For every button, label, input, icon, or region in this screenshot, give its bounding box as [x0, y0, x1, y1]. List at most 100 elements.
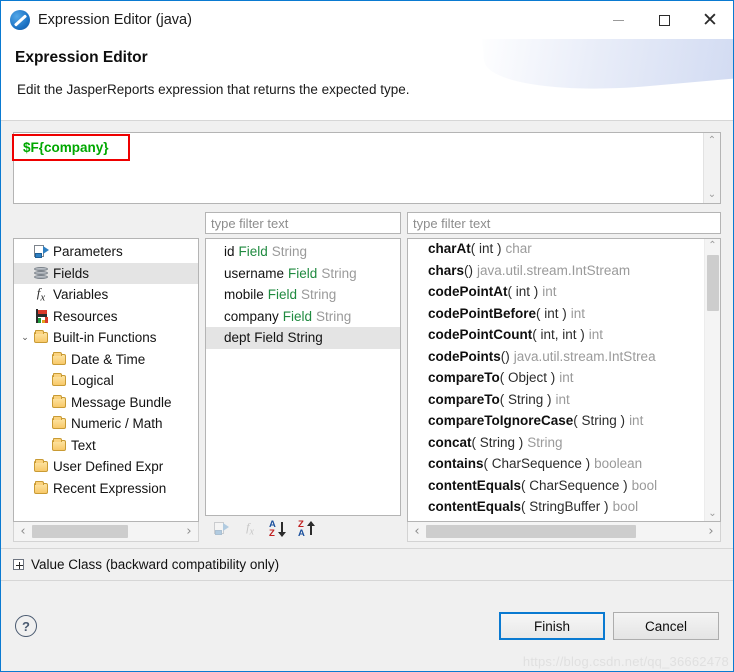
- method-item-comparetoignorecase[interactable]: compareToIgnoreCase( String ) int: [408, 413, 704, 435]
- method-item-codepointat[interactable]: codePointAt( int ) int: [408, 284, 704, 306]
- tree-item-label: Resources: [53, 308, 118, 324]
- method-item-compareto[interactable]: compareTo( Object ) int: [408, 370, 704, 392]
- methods-scroll-up-icon[interactable]: ⌃: [708, 241, 716, 251]
- expression-value[interactable]: $F{company}: [14, 133, 703, 203]
- tree-item-label: Date & Time: [71, 351, 146, 367]
- cancel-button[interactable]: Cancel: [613, 612, 719, 640]
- field-kind: Field: [282, 308, 313, 324]
- methods-scroll-down-icon[interactable]: ⌄: [708, 509, 716, 519]
- tree-item-numeric-math[interactable]: Numeric / Math: [14, 413, 198, 435]
- method-name: contentEquals: [428, 477, 522, 493]
- methods-horizontal-scrollbar[interactable]: ‹ ›: [407, 522, 721, 542]
- tree-item-label: Built-in Functions: [53, 330, 157, 346]
- tree-item-icon-wrap: [50, 437, 68, 451]
- tree-item-parameters[interactable]: Parameters: [14, 241, 198, 263]
- fields-list-inner: id Field String username Field String mobile Fi…: [206, 239, 400, 515]
- method-args: ( int ): [470, 241, 502, 256]
- field-item-mobile[interactable]: mobile Field String: [206, 284, 400, 306]
- field-item-company[interactable]: company Field String: [206, 306, 400, 328]
- method-item-charat[interactable]: charAt( int ) char: [408, 241, 704, 263]
- method-item-contentequals[interactable]: contentEquals( CharSequence ) bool: [408, 478, 704, 500]
- method-return-type: String: [527, 434, 563, 450]
- fields-list[interactable]: id Field String username Field String mobile Fi…: [205, 238, 401, 516]
- field-name: dept: [224, 330, 251, 346]
- method-return-type: bool: [631, 477, 658, 493]
- method-item-codepointbefore[interactable]: codePointBefore( int ) int: [408, 306, 704, 328]
- folder-icon: [34, 330, 48, 344]
- methods-vertical-scrollbar[interactable]: ⌃ ⌄: [704, 239, 720, 521]
- tree-item-text[interactable]: Text: [14, 435, 198, 457]
- field-name: username: [224, 265, 285, 281]
- methods-list-inner: charAt( int ) char chars() java.util.stream…: [408, 239, 704, 521]
- tree-item-icon-wrap: [32, 330, 50, 344]
- tree-item-fields[interactable]: Fields: [14, 262, 198, 284]
- value-class-section[interactable]: Value Class (backward compatibility only…: [1, 548, 733, 580]
- tree-item-label: Variables: [53, 287, 109, 303]
- methods-scroll-right-icon[interactable]: ›: [702, 524, 720, 539]
- method-name: chars: [428, 262, 465, 278]
- expression-textarea[interactable]: $F{company} ⌃ ⌄: [13, 132, 721, 204]
- method-args: ( int ): [536, 305, 567, 321]
- finish-button[interactable]: Finish: [499, 612, 605, 640]
- tree-item-icon-wrap: [50, 351, 68, 365]
- tree-scroll-thumb[interactable]: [32, 525, 128, 538]
- tree-item-label: User Defined Expr: [53, 459, 164, 475]
- methods-list[interactable]: charAt( int ) char chars() java.util.stream…: [407, 238, 721, 522]
- methods-filter-input[interactable]: type filter text: [407, 212, 721, 234]
- methods-scroll-thumb[interactable]: [426, 525, 636, 538]
- tree-item-logical[interactable]: Logical: [14, 370, 198, 392]
- minimize-icon: [612, 19, 624, 21]
- tree-item-message-bundle[interactable]: Message Bundle: [14, 392, 198, 414]
- field-item-id[interactable]: id Field String: [206, 241, 400, 263]
- field-item-username[interactable]: username Field String: [206, 263, 400, 285]
- method-item-codepoints[interactable]: codePoints() java.util.stream.IntStrea: [408, 349, 704, 371]
- tree-item-built-in-functions[interactable]: ⌄ Built-in Functions: [14, 327, 198, 349]
- minimize-button[interactable]: [595, 1, 641, 39]
- sort-az-descending-icon[interactable]: AZ: [269, 519, 289, 538]
- tree-item-recent-expression[interactable]: Recent Expression: [14, 478, 198, 500]
- tree-item-label: Text: [71, 437, 96, 453]
- close-button[interactable]: ✕: [687, 1, 733, 39]
- help-icon[interactable]: ?: [15, 615, 37, 637]
- method-name: codePointBefore: [428, 305, 537, 321]
- tree-item-resources[interactable]: Resources: [14, 306, 198, 328]
- method-item-contentequals[interactable]: contentEquals( StringBuffer ) bool: [408, 499, 704, 521]
- method-item-codepointcount[interactable]: codePointCount( int, int ) int: [408, 327, 704, 349]
- tree-item-user-defined-expr[interactable]: User Defined Expr: [14, 456, 198, 478]
- tree-scroll-left-icon[interactable]: ‹: [14, 524, 32, 539]
- folder-icon: [52, 416, 66, 430]
- method-item-concat[interactable]: concat( String ) String: [408, 435, 704, 457]
- tree-horizontal-scrollbar[interactable]: ‹ ›: [13, 522, 199, 542]
- method-name: charAt: [428, 241, 471, 256]
- method-args: ( StringBuffer ): [521, 499, 609, 514]
- tree-item-label: Message Bundle: [71, 394, 172, 410]
- method-args: ( int ): [507, 284, 539, 299]
- tree-item-date-time[interactable]: Date & Time: [14, 349, 198, 371]
- method-args: ( int, int ): [532, 327, 585, 342]
- method-return-type: int: [588, 327, 604, 342]
- value-class-expander-icon[interactable]: [13, 559, 24, 570]
- folder-icon: [52, 373, 66, 387]
- method-item-contains[interactable]: contains( CharSequence ) boolean: [408, 456, 704, 478]
- tree-item-label: Parameters: [53, 244, 123, 260]
- method-item-compareto[interactable]: compareTo( String ) int: [408, 392, 704, 414]
- folder-icon: [52, 394, 66, 408]
- scroll-down-icon[interactable]: ⌄: [708, 190, 716, 200]
- tree-item-variables[interactable]: fx Variables: [14, 284, 198, 306]
- method-return-type: java.util.stream.IntStrea: [513, 348, 656, 364]
- category-tree[interactable]: Parameters Fields fx Variables Resources ⌄ Bui…: [13, 238, 199, 522]
- tree-scroll-right-icon[interactable]: ›: [180, 524, 198, 539]
- maximize-button[interactable]: [641, 1, 687, 39]
- expression-vertical-scrollbar[interactable]: ⌃ ⌄: [703, 133, 720, 203]
- scroll-up-icon[interactable]: ⌃: [708, 136, 716, 146]
- method-item-chars[interactable]: chars() java.util.stream.IntStream: [408, 263, 704, 285]
- sort-za-ascending-icon[interactable]: ZA: [298, 519, 318, 538]
- fields-filter-input[interactable]: type filter text: [205, 212, 401, 234]
- field-item-dept[interactable]: dept Field String: [206, 327, 400, 349]
- chevron-down-icon[interactable]: ⌄: [18, 333, 32, 343]
- methods-scroll-left-icon[interactable]: ‹: [408, 524, 426, 539]
- tree-item-icon-wrap: [32, 309, 50, 324]
- methods-scroll-thumb[interactable]: [707, 255, 719, 311]
- field-name: id: [224, 244, 235, 260]
- folder-icon: [34, 480, 48, 494]
